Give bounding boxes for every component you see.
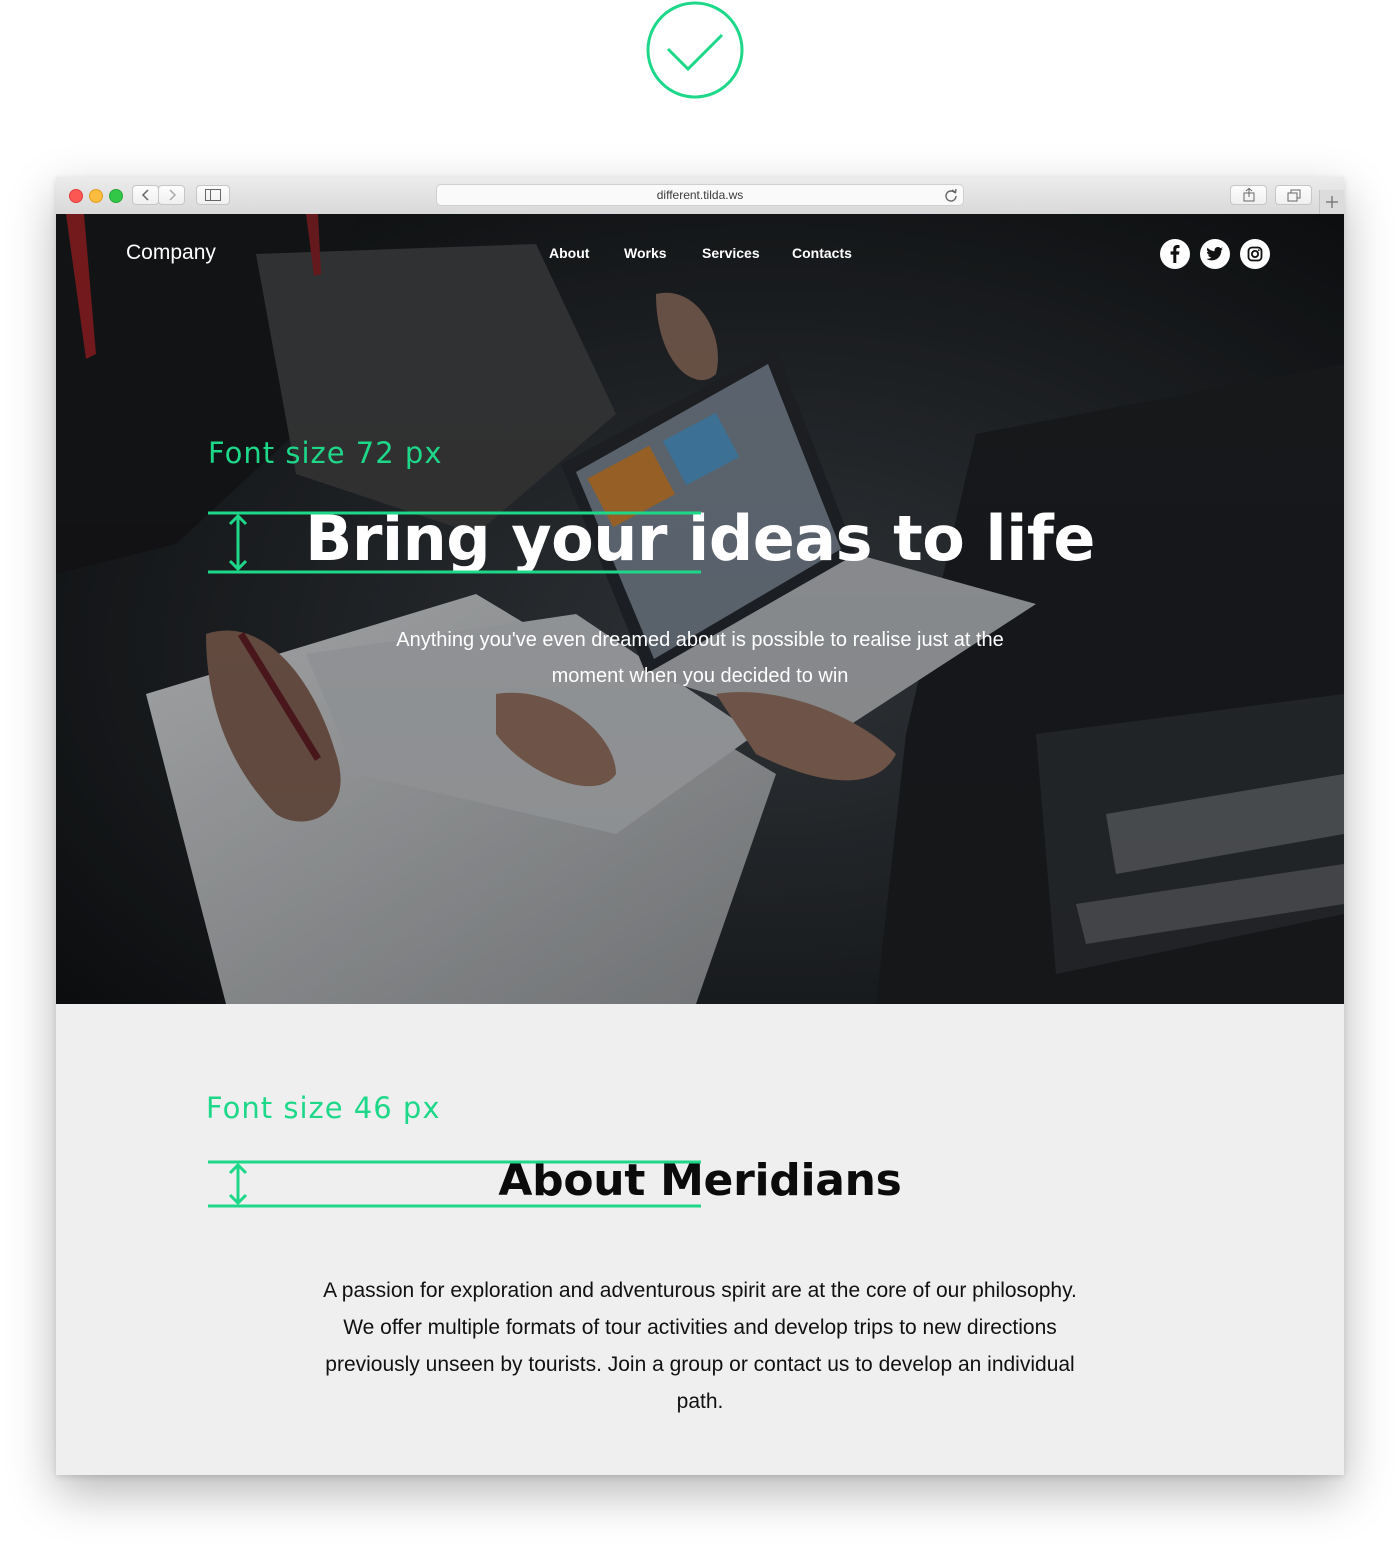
- hero-subtitle: Anything you've even dreamed about is po…: [396, 629, 1004, 687]
- chevron-left-icon: [141, 189, 149, 201]
- about-title: About Meridians: [498, 1155, 902, 1206]
- chevron-right-icon: [168, 189, 176, 201]
- hero-overlay: [56, 214, 1344, 1004]
- forward-button[interactable]: [158, 185, 185, 205]
- tabs-overview-button[interactable]: [1275, 185, 1312, 205]
- font-size-annotation: Font size 72 px: [208, 436, 443, 470]
- plus-icon: [1326, 196, 1338, 208]
- share-icon: [1243, 188, 1254, 202]
- instagram-icon[interactable]: [1240, 239, 1270, 269]
- facebook-icon[interactable]: [1160, 239, 1190, 269]
- reload-icon[interactable]: [944, 188, 958, 202]
- main-nav: About Works Services Contacts: [56, 245, 1344, 265]
- nav-item-services[interactable]: Services: [702, 245, 760, 261]
- close-window-button[interactable]: [69, 189, 83, 203]
- sidebar-toggle-button[interactable]: [196, 185, 230, 205]
- url-text: different.tilda.ws: [656, 188, 744, 202]
- browser-toolbar: different.tilda.ws: [56, 177, 1344, 215]
- zoom-window-button[interactable]: [109, 189, 123, 203]
- nav-item-about[interactable]: About: [549, 245, 589, 261]
- nav-item-works[interactable]: Works: [624, 245, 667, 261]
- hero-section: Company About Works Services Contacts Fo…: [56, 214, 1344, 1004]
- twitter-icon[interactable]: [1200, 239, 1230, 269]
- browser-window: different.tilda.ws Company About Works S…: [56, 177, 1344, 1475]
- hero-title: Bring your ideas to life: [305, 502, 1095, 575]
- font-size-annotation-about: Font size 46 px: [206, 1091, 441, 1125]
- checkmark-icon: [646, 1, 744, 99]
- sidebar-icon: [205, 189, 221, 201]
- share-button[interactable]: [1230, 185, 1267, 205]
- address-bar[interactable]: different.tilda.ws: [436, 184, 964, 206]
- new-tab-button[interactable]: [1319, 190, 1344, 214]
- minimize-window-button[interactable]: [89, 189, 103, 203]
- nav-item-contacts[interactable]: Contacts: [792, 245, 852, 261]
- back-button[interactable]: [132, 185, 159, 205]
- about-text: A passion for exploration and adventurou…: [323, 1279, 1077, 1413]
- tabs-icon: [1287, 189, 1300, 201]
